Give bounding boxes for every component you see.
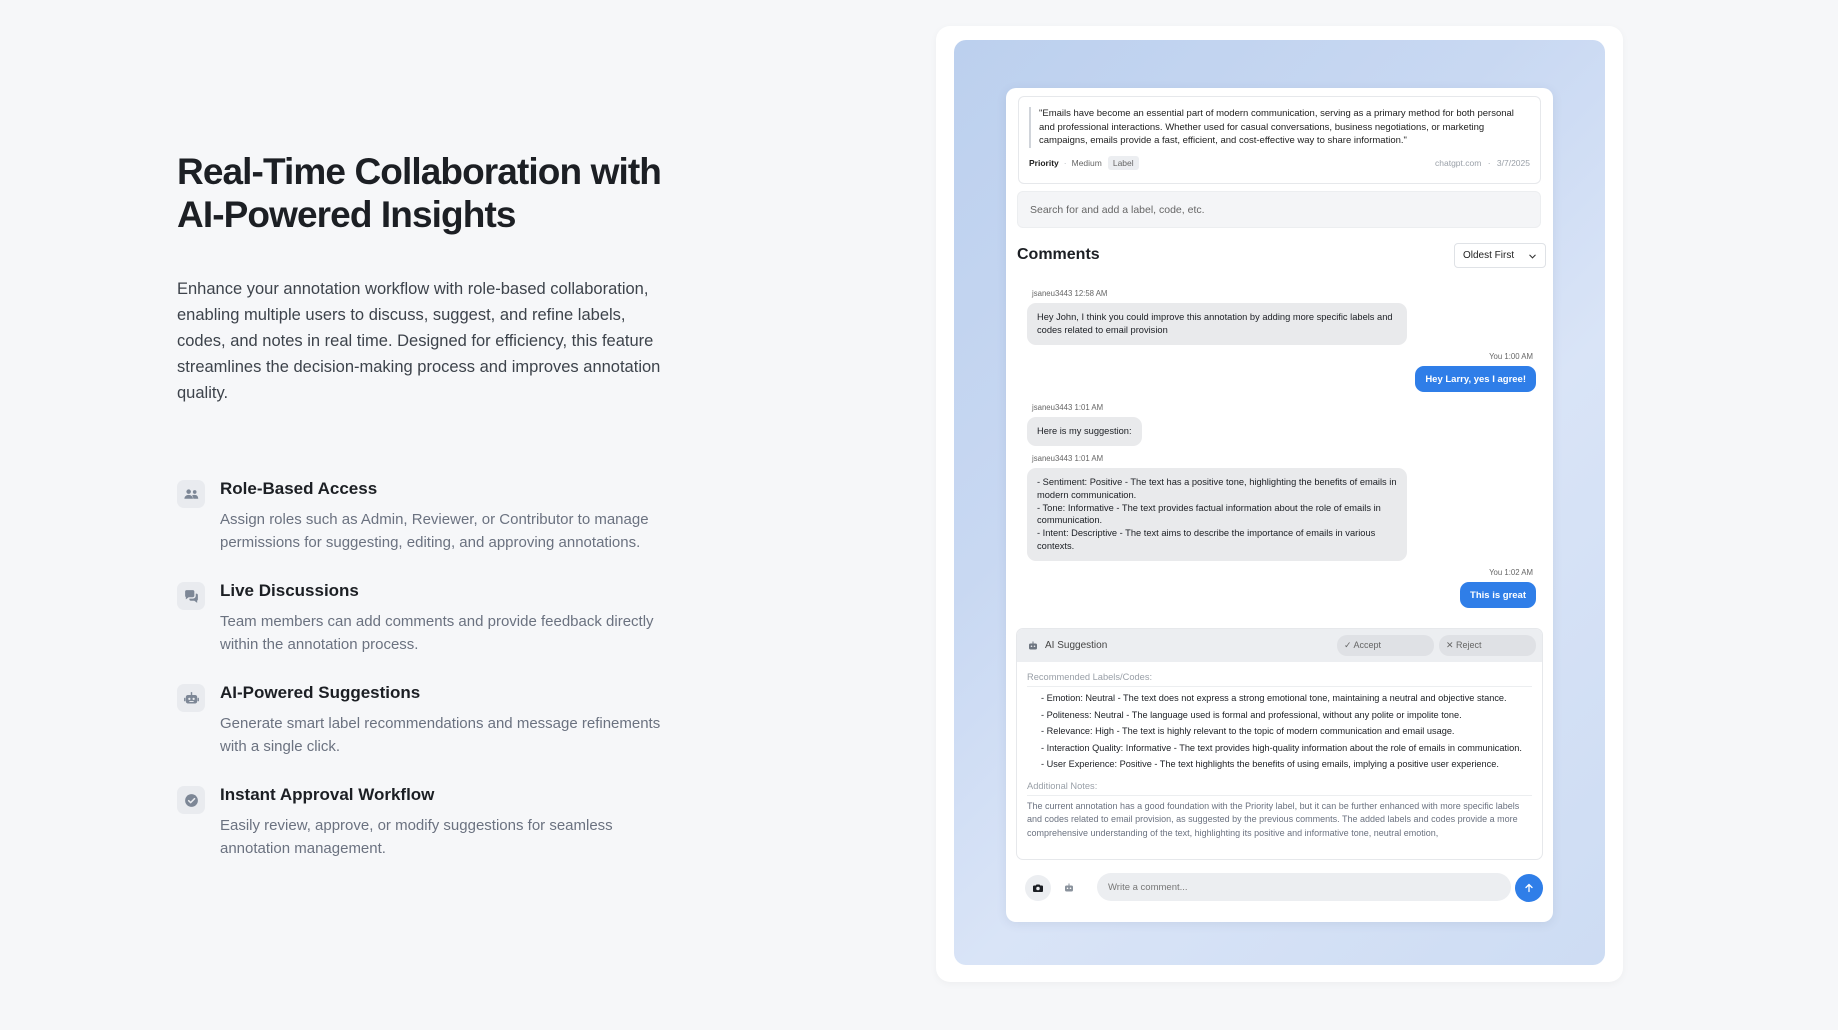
recommendation-item: - Emotion: Neutral - The text does not e… [1041, 693, 1507, 703]
feature-description: Team members can add comments and provid… [220, 613, 654, 653]
ai-notes: The current annotation has a good founda… [1027, 800, 1520, 838]
recommendation-item: - User Experience: Positive - The text h… [1041, 759, 1499, 769]
source-link[interactable]: chatgpt.com [1435, 158, 1481, 168]
priority-label: Priority [1029, 157, 1059, 168]
message-meta: jsaneu3443 1:01 AM [1032, 403, 1104, 412]
annotation-quote: "Emails have become an essential part of… [1029, 107, 1519, 148]
feature-title: Instant Approval Workflow [220, 785, 435, 804]
message-meta: You 1:02 AM [1489, 568, 1533, 577]
sort-dropdown[interactable]: Oldest First [1454, 243, 1546, 268]
notes-label: Additional Notes: [1027, 780, 1098, 791]
annotation-quote-card: "Emails have become an essential part of… [1018, 96, 1541, 184]
robot-icon [1065, 883, 1073, 892]
ai-assist-button[interactable] [1056, 875, 1082, 901]
comments-title: Comments [1017, 246, 1100, 263]
chat-bubbles-icon [177, 582, 205, 610]
check-badge-icon [177, 786, 205, 814]
feature-description: Generate smart label recommendations and… [220, 715, 661, 755]
feature-title: AI-Powered Suggestions [220, 683, 421, 702]
message-meta: jsaneu3443 1:01 AM [1032, 454, 1104, 463]
source-date: chatgpt.com · 3/7/2025 [1435, 158, 1530, 168]
priority-value[interactable]: Medium [1072, 158, 1102, 168]
ai-suggestion-header: AI Suggestion ✓ Accept ✕ Reject [1017, 629, 1542, 662]
message-bubble-own: This is great [1460, 582, 1536, 608]
recommended-label: Recommended Labels/Codes: [1027, 672, 1153, 682]
hero-title: Real-Time Collaboration with AI-Powered … [177, 151, 662, 235]
label-search-input[interactable]: Search for and add a label, code, etc. [1017, 191, 1541, 228]
hero-section: Real-Time Collaboration with AI-Powered … [177, 150, 687, 886]
message-bubble: - Sentiment: Positive - The text has a p… [1027, 468, 1407, 561]
recommendation-item: - Interaction Quality: Informative - The… [1041, 742, 1522, 753]
comment-composer [1025, 873, 1543, 903]
ai-suggestion-panel: AI Suggestion ✓ Accept ✕ Reject Recommen… [1016, 628, 1543, 860]
message-meta: jsaneu3443 12:58 AM [1032, 289, 1108, 298]
comment-input[interactable] [1097, 873, 1511, 901]
message-bubble: Here is my suggestion: [1027, 417, 1142, 446]
reject-button[interactable]: ✕ Reject [1439, 635, 1536, 656]
feature-ai-suggestions: AI-Powered Suggestions Generate smart la… [177, 682, 687, 758]
feature-description: Easily review, approve, or modify sugges… [220, 817, 613, 857]
annotation-app-preview: "Emails have become an essential part of… [1006, 88, 1553, 922]
hero-description: Enhance your annotation workflow with ro… [177, 280, 661, 402]
message-meta: You 1:00 AM [1489, 352, 1533, 361]
feature-description: Assign roles such as Admin, Reviewer, or… [220, 511, 649, 551]
feature-title: Role-Based Access [220, 479, 378, 498]
feature-approval-workflow: Instant Approval Workflow Easily review,… [177, 784, 687, 860]
message-line: - Intent: Descriptive - The text aims to… [1037, 528, 1376, 551]
feature-live-discussions: Live Discussions Team members can add co… [177, 580, 687, 656]
arrow-up-icon [1525, 883, 1533, 893]
annotation-meta: Priority · Medium Label chatgpt.com · 3/… [1029, 155, 1530, 170]
recommendation-list: - Emotion: Neutral - The text does not e… [1017, 692, 1542, 772]
robot-icon [1029, 641, 1037, 649]
accept-button[interactable]: ✓ Accept [1337, 635, 1434, 656]
recommendation-item: - Relevance: High - The text is highly r… [1041, 726, 1455, 736]
label-tag[interactable]: Label [1107, 155, 1139, 170]
feature-title: Live Discussions [220, 581, 359, 600]
camera-icon [1033, 884, 1043, 892]
send-button[interactable] [1515, 874, 1543, 902]
meta-separator: · [1487, 157, 1491, 168]
message-line: - Sentiment: Positive - The text has a p… [1037, 477, 1397, 500]
ai-suggestion-title: AI Suggestion [1045, 640, 1108, 651]
chevron-down-icon [1529, 254, 1536, 259]
message-bubble-own: Hey Larry, yes I agree! [1415, 366, 1536, 392]
message-bubble: Hey John, I think you could improve this… [1027, 303, 1407, 345]
annotation-date: 3/7/2025 [1496, 157, 1530, 168]
recommendation-item: - Politeness: Neutral - The language use… [1041, 709, 1462, 720]
users-icon [177, 480, 205, 508]
feature-list: Role-Based Access Assign roles such as A… [177, 478, 687, 860]
message-line: - Tone: Informative - The text provides … [1037, 502, 1381, 526]
sort-value: Oldest First [1463, 250, 1515, 261]
feature-role-based-access: Role-Based Access Assign roles such as A… [177, 478, 687, 554]
robot-icon [177, 684, 205, 712]
camera-button[interactable] [1025, 875, 1051, 901]
meta-separator: · [1063, 157, 1067, 168]
